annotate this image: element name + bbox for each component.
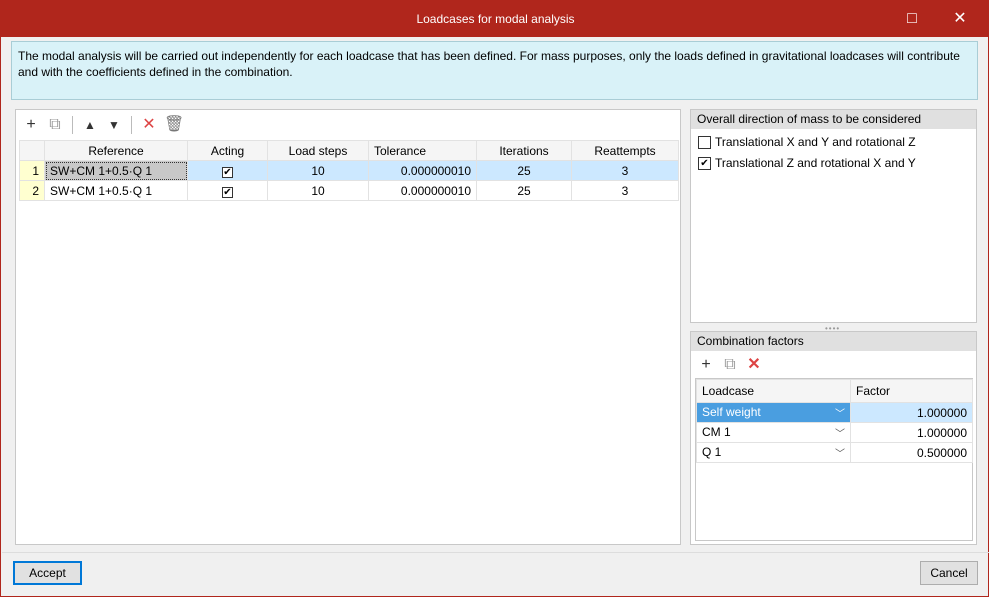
tolerance-cell[interactable]: 0.000000010 bbox=[368, 160, 477, 181]
checkbox[interactable] bbox=[698, 135, 711, 149]
chevron-down-icon[interactable]: ﹀ bbox=[835, 425, 845, 440]
add-icon[interactable]: + bbox=[697, 356, 715, 374]
checkbox-checked[interactable]: ✔ bbox=[698, 156, 711, 170]
combination-table: Loadcase Factor Self weight ﹀ 1.000000 CM 1… bbox=[696, 379, 973, 463]
delete-icon[interactable]: ✕ bbox=[745, 356, 763, 374]
loadcase-select[interactable]: Self weight ﹀ bbox=[696, 402, 851, 423]
table-row[interactable]: Self weight ﹀ 1.000000 bbox=[696, 402, 973, 423]
load-steps-cell[interactable]: 10 bbox=[267, 160, 369, 181]
option-label: Translational X and Y and rotational Z bbox=[715, 135, 916, 149]
reattempts-cell[interactable]: 3 bbox=[571, 160, 679, 181]
loadcases-panel: + ⧉ ▲ ▼ ✕ 🗑 Reference Acting Load steps … bbox=[15, 109, 681, 545]
copy-icon[interactable]: ⧉ bbox=[46, 116, 64, 134]
factor-cell[interactable]: 1.000000 bbox=[850, 402, 973, 423]
accept-button[interactable]: Accept bbox=[13, 561, 82, 585]
col-tolerance[interactable]: Tolerance bbox=[368, 140, 477, 161]
footer-divider bbox=[2, 552, 989, 553]
row-number: 2 bbox=[19, 180, 45, 201]
tolerance-cell[interactable]: 0.000000010 bbox=[368, 180, 477, 201]
iterations-cell[interactable]: 25 bbox=[476, 160, 572, 181]
corner-header bbox=[19, 140, 45, 161]
reattempts-cell[interactable]: 3 bbox=[571, 180, 679, 201]
acting-checkbox[interactable]: ✔ bbox=[222, 186, 233, 198]
title-bar: Loadcases for modal analysis bbox=[1, 1, 989, 37]
close-icon[interactable]: ✕ bbox=[937, 1, 983, 37]
col-reference[interactable]: Reference bbox=[44, 140, 188, 161]
reference-cell[interactable]: SW+CM 1+0.5·Q 1 bbox=[44, 180, 188, 201]
mass-direction-title: Overall direction of mass to be consider… bbox=[691, 110, 976, 129]
loadcases-table: Reference Acting Load steps Tolerance It… bbox=[19, 140, 679, 201]
table-row[interactable]: Q 1 ﹀ 0.500000 bbox=[696, 442, 973, 463]
table-row[interactable]: CM 1 ﹀ 1.000000 bbox=[696, 422, 973, 443]
loadcase-value: Q 1 bbox=[702, 445, 722, 459]
col-iterations[interactable]: Iterations bbox=[476, 140, 572, 161]
add-icon[interactable]: + bbox=[22, 116, 40, 134]
factor-cell[interactable]: 1.000000 bbox=[850, 422, 973, 443]
delete-selected-icon[interactable]: ✕ bbox=[140, 116, 158, 134]
col-reattempts[interactable]: Reattempts bbox=[571, 140, 679, 161]
cancel-button[interactable]: Cancel bbox=[920, 561, 978, 585]
iterations-cell[interactable]: 25 bbox=[476, 180, 572, 201]
option-label: Translational Z and rotational X and Y bbox=[715, 156, 916, 170]
combination-title: Combination factors bbox=[691, 332, 976, 351]
loadcase-value: Self weight bbox=[702, 405, 761, 419]
loadcase-select[interactable]: CM 1 ﹀ bbox=[696, 422, 851, 443]
load-steps-cell[interactable]: 10 bbox=[267, 180, 369, 201]
table-row[interactable]: 2 SW+CM 1+0.5·Q 1 ✔ 10 0.000000010 25 3 bbox=[19, 180, 679, 201]
combination-table-frame: Loadcase Factor Self weight ﹀ 1.000000 CM 1… bbox=[695, 378, 973, 541]
acting-cell[interactable]: ✔ bbox=[187, 180, 268, 201]
chevron-down-icon[interactable]: ﹀ bbox=[835, 445, 845, 460]
info-message: The modal analysis will be carried out i… bbox=[11, 41, 978, 100]
col-loadcase[interactable]: Loadcase bbox=[696, 379, 851, 403]
window-title: Loadcases for modal analysis bbox=[416, 12, 575, 26]
maximize-icon[interactable]: □ bbox=[889, 1, 935, 37]
reference-cell[interactable]: SW+CM 1+0.5·Q 1 bbox=[44, 160, 188, 181]
col-acting[interactable]: Acting bbox=[187, 140, 268, 161]
move-up-icon[interactable]: ▲ bbox=[81, 116, 99, 134]
move-down-icon[interactable]: ▼ bbox=[105, 116, 123, 134]
col-factor[interactable]: Factor bbox=[850, 379, 973, 403]
copy-icon[interactable]: ⧉ bbox=[721, 356, 739, 374]
loadcase-select[interactable]: Q 1 ﹀ bbox=[696, 442, 851, 463]
loadcase-value: CM 1 bbox=[702, 425, 731, 439]
toolbar-divider bbox=[131, 116, 132, 134]
acting-cell[interactable]: ✔ bbox=[187, 160, 268, 181]
toolbar-divider bbox=[72, 116, 73, 134]
option-translational-z[interactable]: ✔ Translational Z and rotational X and Y bbox=[698, 156, 916, 170]
dialog-window: Loadcases for modal analysis □ ✕ The mod… bbox=[0, 0, 989, 597]
combination-panel: Combination factors + ⧉ ✕ Loadcase Factor… bbox=[690, 331, 977, 545]
option-translational-xy[interactable]: Translational X and Y and rotational Z bbox=[698, 135, 916, 149]
trash-icon[interactable]: 🗑 bbox=[164, 116, 184, 134]
table-row[interactable]: 1 SW+CM 1+0.5·Q 1 ✔ 10 0.000000010 25 3 bbox=[19, 160, 679, 181]
col-load-steps[interactable]: Load steps bbox=[267, 140, 369, 161]
row-number: 1 bbox=[19, 160, 45, 181]
factor-cell[interactable]: 0.500000 bbox=[850, 442, 973, 463]
chevron-down-icon[interactable]: ﹀ bbox=[835, 405, 845, 420]
acting-checkbox[interactable]: ✔ bbox=[222, 166, 233, 178]
